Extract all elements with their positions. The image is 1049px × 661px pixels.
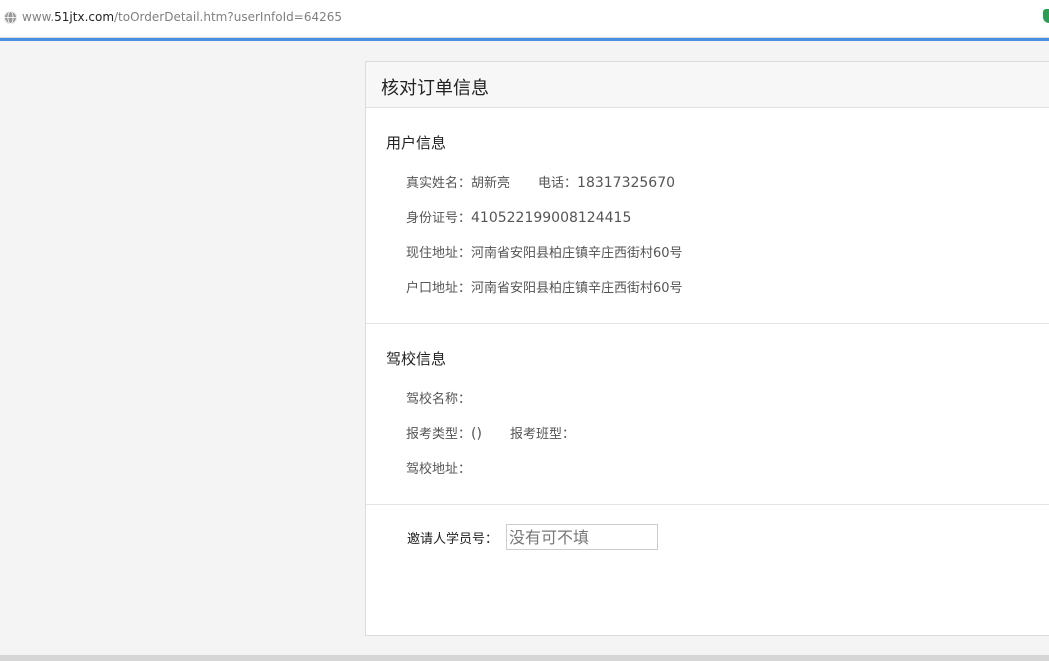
class-type-label: 报考班型： [509,427,575,442]
browser-address-bar[interactable]: www.51jtx.com/toOrderDetail.htm?userInfo… [0,0,1049,38]
id-row: 身份证号：410522199008124415 [406,207,631,226]
name-value: 胡新亮 [471,176,511,191]
bottom-rule [0,655,1049,661]
section-divider [366,323,1049,324]
school-address-label: 驾校地址： [406,462,472,477]
name-phone-row: 真实姓名：胡新亮 电话：18317325670 [406,172,675,191]
exam-type-value: () [471,426,482,442]
exam-type-label: 报考类型： [406,427,472,442]
invite-label: 邀请人学员号： [407,532,499,547]
invite-code-input[interactable] [506,524,658,550]
shield-icon[interactable] [1043,9,1049,23]
name-label: 真实姓名： [406,176,472,191]
globe-icon [4,11,17,24]
school-name-label: 驾校名称： [406,392,472,407]
panel-header: 核对订单信息 [366,62,1049,108]
id-value: 410522199008124415 [471,210,632,226]
url-text[interactable]: www.51jtx.com/toOrderDetail.htm?userInfo… [22,10,342,24]
current-address-label: 现住地址： [406,246,472,261]
hukou-address-row: 户口地址：河南省安阳县柏庄镇辛庄西街村60号 [406,277,683,296]
current-address-value: 河南省安阳县柏庄镇辛庄西街村60号 [471,246,683,261]
school-info-title: 驾校信息 [386,350,447,368]
hukou-address-value: 河南省安阳县柏庄镇辛庄西街村60号 [471,281,683,296]
url-path: /toOrderDetail.htm?userInfoId=64265 [114,10,343,24]
school-address-row: 驾校地址： [406,458,471,477]
url-prefix: www. [22,10,55,24]
exam-type-row: 报考类型：() 报考班型： [406,423,575,442]
id-label: 身份证号： [406,211,472,226]
school-name-row: 驾校名称： [406,388,471,407]
phone-label: 电话： [538,176,578,191]
hukou-address-label: 户口地址： [406,281,472,296]
url-host: 51jtx.com [54,10,115,24]
toolbar-accent-rule [0,38,1049,41]
user-info-title: 用户信息 [386,134,447,152]
current-address-row: 现住地址：河南省安阳县柏庄镇辛庄西街村60号 [406,242,683,261]
phone-value: 18317325670 [577,175,676,191]
page-title: 核对订单信息 [381,78,489,99]
section-divider [366,504,1049,505]
order-detail-panel: 核对订单信息 用户信息 真实姓名：胡新亮 电话：18317325670 身份证号：… [365,61,1049,636]
